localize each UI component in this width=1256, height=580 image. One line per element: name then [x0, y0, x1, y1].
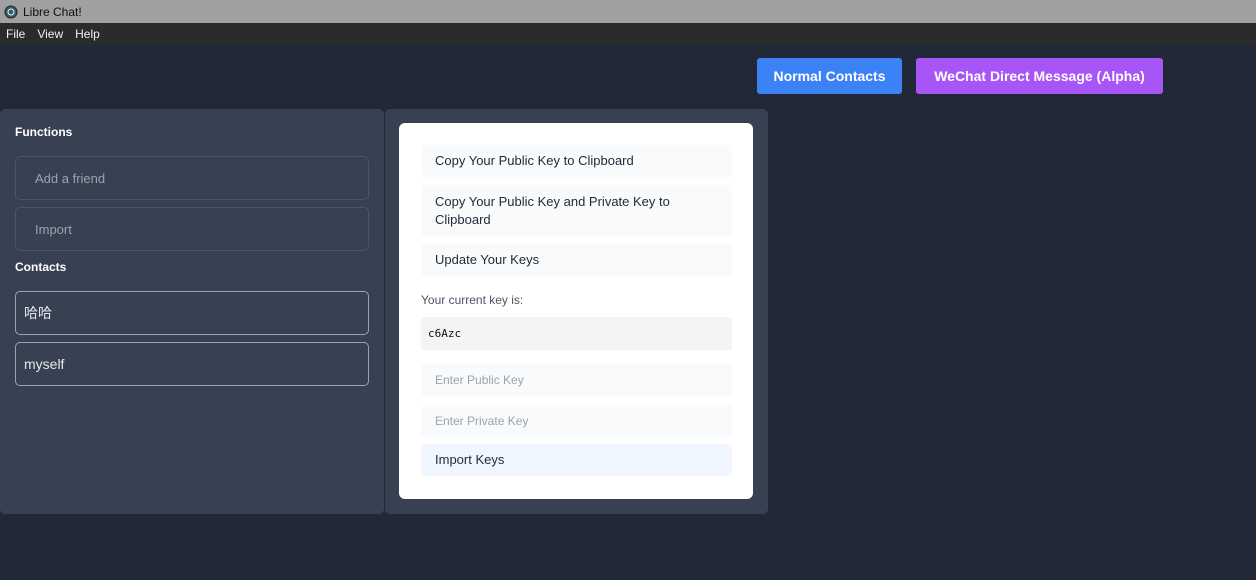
current-key-label: Your current key is:	[421, 293, 524, 307]
contact-item[interactable]: myself	[15, 342, 369, 386]
copy-public-private-key-button[interactable]: Copy Your Public Key and Private Key to …	[421, 185, 732, 236]
key-management-card: Copy Your Public Key to Clipboard Copy Y…	[399, 123, 753, 499]
current-key-value: c6Azc	[421, 317, 732, 350]
update-keys-button[interactable]: Update Your Keys	[421, 244, 732, 276]
app-logo-icon	[4, 5, 18, 18]
copy-public-key-button[interactable]: Copy Your Public Key to Clipboard	[421, 145, 732, 177]
import-button[interactable]: Import	[15, 207, 369, 251]
normal-contacts-button[interactable]: Normal Contacts	[757, 58, 902, 94]
contact-item[interactable]: 哈哈	[15, 291, 369, 335]
title-bar: Libre Chat!	[0, 0, 1256, 23]
import-keys-button[interactable]: Import Keys	[421, 444, 732, 476]
contacts-heading: Contacts	[15, 260, 67, 274]
window-title: Libre Chat!	[23, 4, 82, 19]
sidebar: Functions Add a friend Import Contacts 哈…	[0, 109, 384, 514]
menu-help[interactable]: Help	[75, 27, 100, 41]
menu-view[interactable]: View	[37, 27, 63, 41]
add-friend-button[interactable]: Add a friend	[15, 156, 369, 200]
public-key-input[interactable]	[421, 364, 732, 396]
menu-file[interactable]: File	[6, 27, 25, 41]
menu-bar: File View Help	[0, 23, 1256, 44]
private-key-input[interactable]	[421, 405, 732, 437]
wechat-direct-message-button[interactable]: WeChat Direct Message (Alpha)	[916, 58, 1163, 94]
functions-heading: Functions	[15, 125, 73, 139]
